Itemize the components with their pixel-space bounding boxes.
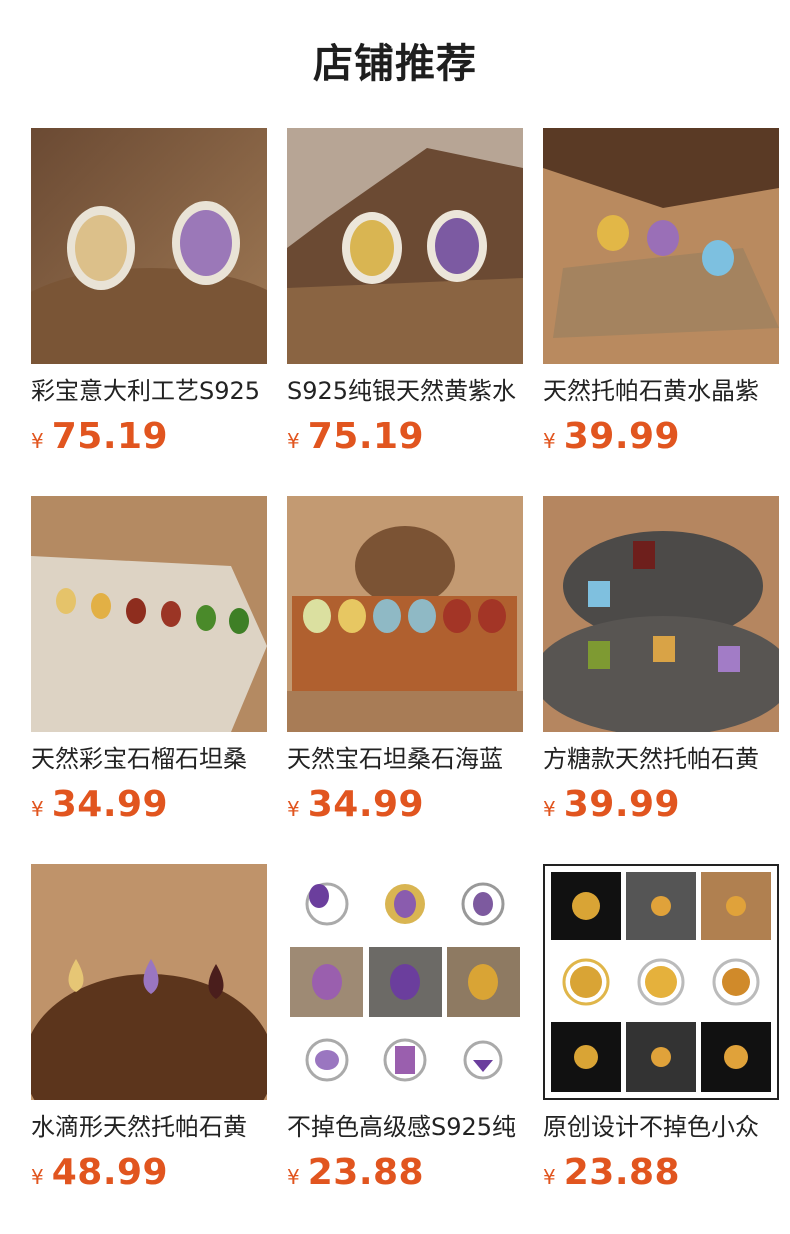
product-card[interactable]: 天然托帕石黄水晶紫 ¥ 39.99	[543, 128, 779, 496]
currency-symbol: ¥	[31, 1165, 44, 1189]
product-name[interactable]: 不掉色高级感S925纯	[287, 1112, 523, 1142]
currency-symbol: ¥	[287, 1165, 300, 1189]
product-image[interactable]	[543, 128, 779, 364]
product-name[interactable]: 天然彩宝石榴石坦桑	[31, 744, 267, 774]
product-price: ¥ 48.99	[31, 1152, 267, 1193]
price-value: 75.19	[307, 416, 425, 457]
currency-symbol: ¥	[543, 1165, 556, 1189]
product-price: ¥ 34.99	[31, 784, 267, 825]
price-value: 34.99	[307, 784, 425, 825]
price-value: 23.88	[563, 1152, 681, 1193]
product-card[interactable]: S925纯银天然黄紫水 ¥ 75.19	[287, 128, 523, 496]
product-card[interactable]: 水滴形天然托帕石黄 ¥ 48.99	[31, 864, 267, 1232]
product-name[interactable]: 方糖款天然托帕石黄	[543, 744, 779, 774]
product-image[interactable]	[287, 128, 523, 364]
product-price: ¥ 34.99	[287, 784, 523, 825]
currency-symbol: ¥	[543, 797, 556, 821]
currency-symbol: ¥	[543, 429, 556, 453]
price-value: 39.99	[563, 416, 681, 457]
product-image[interactable]	[287, 496, 523, 732]
product-name[interactable]: 原创设计不掉色小众	[543, 1112, 779, 1142]
product-price: ¥ 75.19	[31, 416, 267, 457]
product-price: ¥ 75.19	[287, 416, 523, 457]
product-price: ¥ 39.99	[543, 784, 779, 825]
product-card[interactable]: 原创设计不掉色小众 ¥ 23.88	[543, 864, 779, 1232]
currency-symbol: ¥	[31, 797, 44, 821]
currency-symbol: ¥	[287, 797, 300, 821]
price-value: 34.99	[51, 784, 169, 825]
product-grid: 彩宝意大利工艺S925 ¥ 75.19 S925纯银天然黄紫水 ¥ 75.19	[31, 128, 779, 1232]
price-value: 48.99	[51, 1152, 169, 1193]
product-name[interactable]: S925纯银天然黄紫水	[287, 376, 523, 406]
product-price: ¥ 23.88	[543, 1152, 779, 1193]
product-image[interactable]	[543, 864, 779, 1100]
page-title: 店铺推荐	[313, 41, 477, 87]
product-card[interactable]: 彩宝意大利工艺S925 ¥ 75.19	[31, 128, 267, 496]
product-image[interactable]	[287, 864, 523, 1100]
currency-symbol: ¥	[287, 429, 300, 453]
price-value: 75.19	[51, 416, 169, 457]
currency-symbol: ¥	[31, 429, 44, 453]
product-name[interactable]: 天然托帕石黄水晶紫	[543, 376, 779, 406]
product-price: ¥ 23.88	[287, 1152, 523, 1193]
product-image[interactable]	[31, 864, 267, 1100]
product-name[interactable]: 彩宝意大利工艺S925	[31, 376, 267, 406]
price-value: 23.88	[307, 1152, 425, 1193]
price-value: 39.99	[563, 784, 681, 825]
product-card[interactable]: 方糖款天然托帕石黄 ¥ 39.99	[543, 496, 779, 864]
product-image[interactable]	[543, 496, 779, 732]
product-name[interactable]: 天然宝石坦桑石海蓝	[287, 744, 523, 774]
product-image[interactable]	[31, 496, 267, 732]
product-price: ¥ 39.99	[543, 416, 779, 457]
product-card[interactable]: 天然宝石坦桑石海蓝 ¥ 34.99	[287, 496, 523, 864]
product-card[interactable]: 天然彩宝石榴石坦桑 ¥ 34.99	[31, 496, 267, 864]
product-card[interactable]: 不掉色高级感S925纯 ¥ 23.88	[287, 864, 523, 1232]
product-name[interactable]: 水滴形天然托帕石黄	[31, 1112, 267, 1142]
product-image[interactable]	[31, 128, 267, 364]
